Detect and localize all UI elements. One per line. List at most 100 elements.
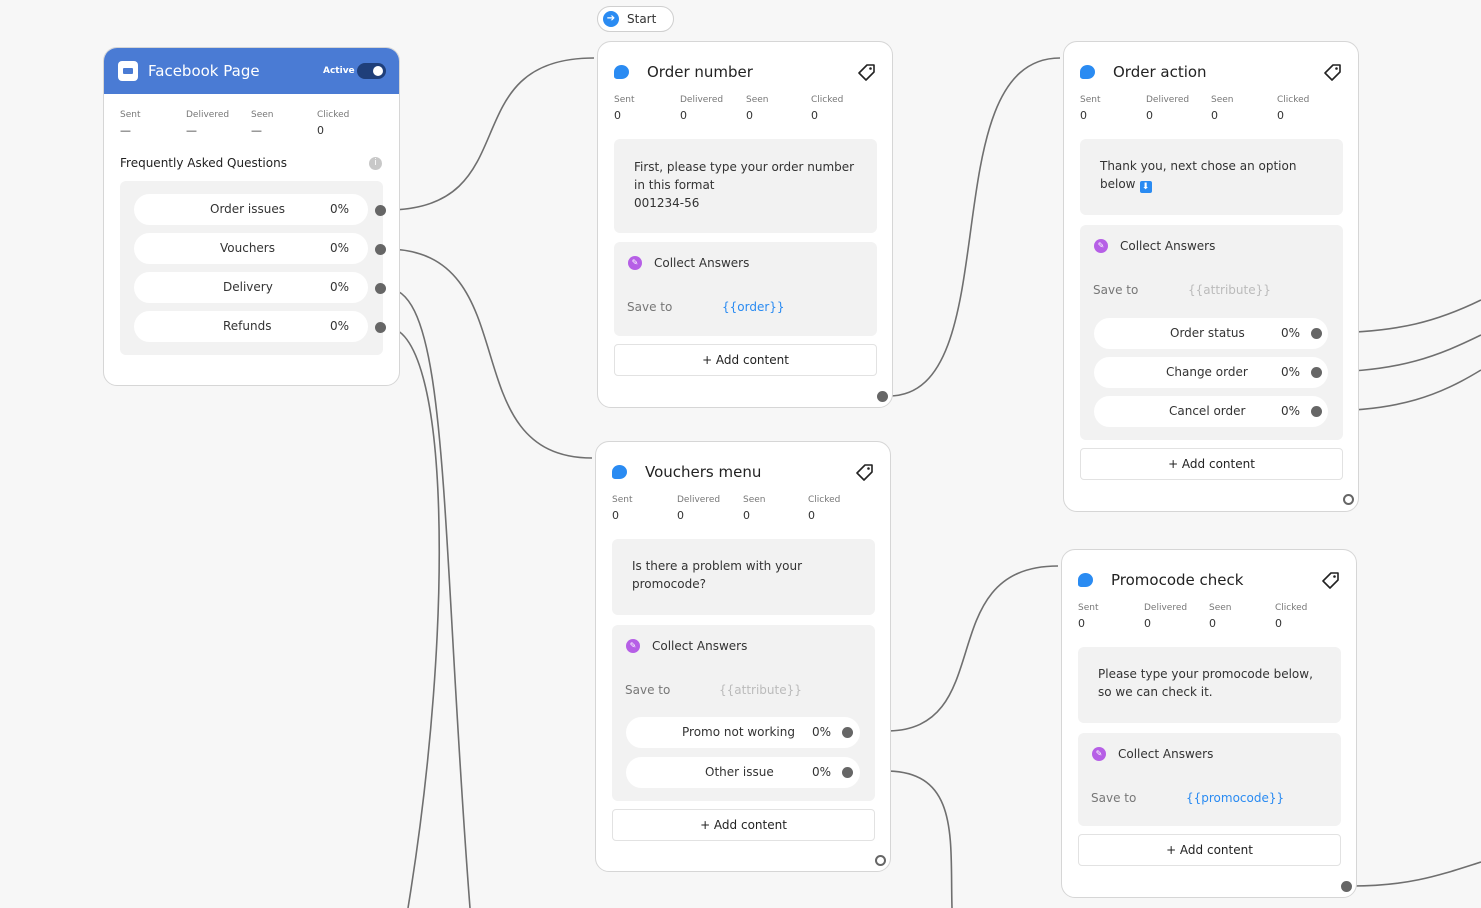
active-toggle[interactable] [357,63,386,79]
collect-answers-block[interactable]: ✎ Collect Answers Save to {{attribute}} O… [1080,225,1343,440]
vouchers-menu-node[interactable]: Vouchers menu Sent 0 Delivered 0 Seen 0 Cli… [595,441,891,872]
tag-icon[interactable] [1324,63,1342,81]
option-percent: 0% [1281,365,1301,379]
output-port[interactable] [1311,406,1322,417]
option-percent: 0% [1281,404,1301,418]
info-icon[interactable]: i [369,157,382,170]
stat-label: Seen [1211,95,1234,105]
output-port[interactable] [842,727,853,738]
save-to-value[interactable]: {{promocode}} [1186,791,1284,805]
stat-label: Clicked [811,95,844,105]
stat-label: Sent [1080,95,1101,105]
faq-option-refunds[interactable]: Refunds 0% [134,311,368,342]
stat-value: 0 [1146,109,1153,122]
wire-promo-to-promocode-check [885,565,1059,732]
option-cancel-order[interactable]: Cancel order 0% [1094,396,1328,427]
message-text[interactable]: Thank you, next chose an option below ⬇ [1080,139,1343,215]
message-line: Please type your promocode below, [1098,667,1313,681]
tag-icon[interactable] [856,463,874,481]
save-to-label: Save to [1091,791,1137,805]
stat-label: Seen [251,110,274,120]
option-other-issue[interactable]: Other issue 0% [626,757,860,788]
pencil-icon: ✎ [1094,239,1108,253]
message-line: in this format [634,178,715,192]
wire-delivery-down [385,287,471,908]
facebook-page-header: Facebook Page Active [104,48,399,94]
message-text[interactable]: Please type your promocode below, so we … [1078,647,1341,723]
node-header: Order action [1080,61,1342,83]
faq-option-delivery[interactable]: Delivery 0% [134,272,368,303]
collect-answers-label: Collect Answers [654,256,750,270]
node-header: Order number [614,61,876,83]
faq-option-order-issues[interactable]: Order issues 0% [134,194,368,225]
arrow-down-icon: ⬇ [1139,181,1152,193]
tag-icon[interactable] [858,63,876,81]
output-port[interactable] [1311,367,1322,378]
add-content-button[interactable]: + Add content [1080,448,1343,480]
add-content-button[interactable]: + Add content [612,809,875,841]
start-label: Start [627,12,657,26]
faq-option-vouchers[interactable]: Vouchers 0% [134,233,368,264]
save-to-value[interactable]: {{attribute}} [719,683,802,697]
save-to-value[interactable]: {{order}} [722,300,785,314]
wire-order-issues-to-order-number [385,57,595,211]
output-port[interactable] [877,391,888,402]
stat-value: — [120,124,131,137]
stat-value: 0 [808,509,815,522]
output-port[interactable] [1311,328,1322,339]
save-to-value[interactable]: {{attribute}} [1188,283,1271,297]
stat-value: 0 [612,509,619,522]
facebook-page-node[interactable]: Facebook Page Active Sent — Delivered — Se… [103,47,400,386]
message-line: below [1100,177,1136,191]
option-percent: 0% [1281,326,1301,340]
stats-row: Sent — Delivered — Seen — Clicked 0 [120,110,383,138]
add-content-button[interactable]: + Add content [1078,834,1341,866]
message-text[interactable]: First, please type your order number in … [614,139,877,233]
order-number-node[interactable]: Order number Sent 0 Delivered 0 Seen 0 Clic… [597,41,893,408]
option-change-order[interactable]: Change order 0% [1094,357,1328,388]
option-promo-not-working[interactable]: Promo not working 0% [626,717,860,748]
status-label: Active [323,66,355,76]
faq-title: Frequently Asked Questions [120,156,287,170]
collect-answers-label: Collect Answers [652,639,748,653]
collect-answers-block[interactable]: ✎ Collect Answers Save to {{attribute}} P… [612,625,875,801]
message-text[interactable]: Is there a problem with your promocode? [612,539,875,615]
option-label: Vouchers [220,241,275,255]
node-title: Facebook Page [148,62,260,80]
message-bubble-icon [614,65,629,79]
output-port[interactable] [375,283,386,294]
output-port[interactable] [375,244,386,255]
collect-answers-label: Collect Answers [1118,747,1214,761]
option-percent: 0% [330,280,350,294]
stats-row: Sent 0 Delivered 0 Seen 0 Clicked 0 [614,95,876,123]
add-content-button[interactable]: + Add content [614,344,877,376]
output-port[interactable] [375,322,386,333]
message-line: Thank you, next chose an option [1100,159,1297,173]
stat-value: 0 [680,109,687,122]
order-action-node[interactable]: Order action Sent 0 Delivered 0 Seen 0 Clic… [1063,41,1359,512]
tag-icon[interactable] [1322,571,1340,589]
output-port[interactable] [375,205,386,216]
wire-promocode-check-out [1351,861,1481,887]
option-label: Promo not working [682,725,795,739]
option-order-status[interactable]: Order status 0% [1094,318,1328,349]
output-port[interactable] [1341,881,1352,892]
save-to-label: Save to [627,300,673,314]
collect-answers-block[interactable]: ✎ Collect Answers Save to {{order}} [614,242,877,336]
stat-label: Sent [1078,603,1099,613]
stat-value: — [251,124,262,137]
stat-value: 0 [743,509,750,522]
stat-value: 0 [1275,617,1282,630]
stats-row: Sent 0 Delivered 0 Seen 0 Clicked 0 [612,495,874,523]
output-port-empty[interactable] [875,855,886,866]
collect-answers-block[interactable]: ✎ Collect Answers Save to {{promocode}} [1078,733,1341,826]
output-port-empty[interactable] [1343,494,1354,505]
faq-options: Order issues 0% Vouchers 0% Delivery 0% … [120,181,383,355]
stat-value: 0 [1209,617,1216,630]
node-header: Promocode check [1078,569,1340,591]
stat-label: Sent [612,495,633,505]
start-pill[interactable]: ➔ Start [597,6,674,32]
option-label: Order status [1170,326,1245,340]
output-port[interactable] [842,767,853,778]
promocode-check-node[interactable]: Promocode check Sent 0 Delivered 0 Seen 0 C… [1061,549,1357,898]
